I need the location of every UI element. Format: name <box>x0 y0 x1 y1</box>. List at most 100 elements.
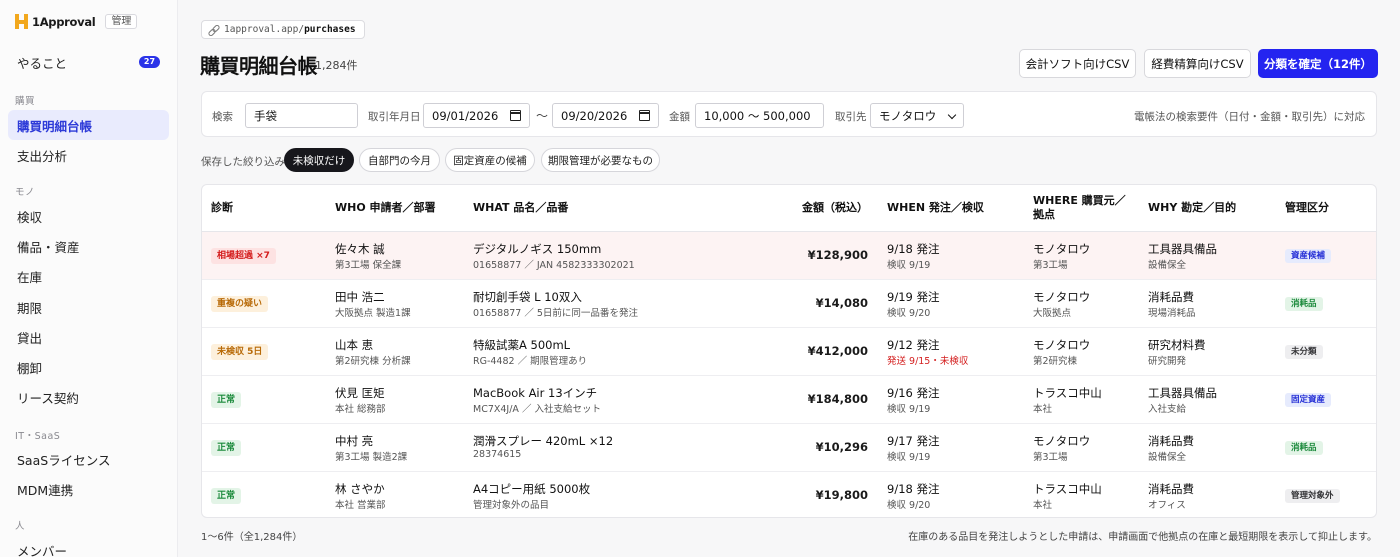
admin-tag: 管理 <box>105 14 138 29</box>
site-name: 第3工場 <box>1033 452 1068 463</box>
col-header-when[interactable]: WHEN 発注／検収 <box>887 201 984 215</box>
sidebar-item-saas-licenses[interactable]: SaaSライセンス <box>8 444 169 474</box>
inspection-status: 検収 9/20 <box>887 500 931 511</box>
url-text: 1approval.app/purchases <box>224 24 356 35</box>
item-name[interactable]: 耐切創手袋 L 10双入 <box>473 289 582 305</box>
item-code: 28374615 <box>473 449 522 460</box>
col-header-who[interactable]: WHO 申請者／部署 <box>335 201 436 215</box>
sidebar-item-label: 購買明細台帳 <box>17 118 93 134</box>
amount-label: 金額 <box>669 111 690 123</box>
sidebar-item-label: 支出分析 <box>17 148 68 164</box>
nav-section-it-saas: IT・SaaS <box>15 431 61 442</box>
table-header: 診断 WHO 申請者／部署 WHAT 品名／品番 金額（税込） WHEN 発注／… <box>202 185 1376 232</box>
nav-section-goods: モノ <box>15 187 36 198</box>
account-title: 工具器具備品 <box>1148 386 1217 400</box>
site-name: 本社 <box>1033 404 1053 415</box>
col-header-what[interactable]: WHAT 品名／品番 <box>473 201 568 215</box>
sidebar-item-purchase-ledger[interactable]: 購買明細台帳 <box>8 110 169 140</box>
table-row[interactable]: 重複の疑い 田中 浩二 大阪拠点 製造1課 耐切創手袋 L 10双入 01658877 … <box>202 280 1376 328</box>
sidebar-item-lease[interactable]: リース契約 <box>8 382 169 412</box>
table-row[interactable]: 未検収 5日 山本 恵第2研究棟 分析課 特級試薬A 500mL RG-4482 ／ … <box>202 328 1376 376</box>
vendor-select[interactable]: モノタロウ <box>870 103 964 128</box>
calendar-icon[interactable] <box>639 110 650 121</box>
item-name[interactable]: 特級試薬A 500mL <box>473 337 570 353</box>
sidebar-item-label: 在庫 <box>17 269 43 285</box>
account-title: 消耗品費 <box>1148 482 1194 496</box>
inspection-status: 発送 9/15・未検収 <box>887 356 969 367</box>
item-name[interactable]: MacBook Air 13インチ <box>473 385 597 401</box>
sidebar-item-todo[interactable]: やること 27 <box>8 47 169 77</box>
diagnosis-badge: 正常 <box>211 392 242 408</box>
requester-name: 山本 恵 <box>335 338 374 352</box>
calendar-icon[interactable] <box>510 110 521 121</box>
expense-csv-button[interactable]: 経費精算向けCSV <box>1144 49 1251 78</box>
table-row[interactable]: 正常 林 さやか 本社 営業部 A4コピー用紙 5000枚 管理対象外の品目 ¥19,80… <box>202 472 1376 517</box>
url-pill[interactable]: 1approval.app/purchases <box>201 20 365 39</box>
pagination-range: 1〜6件（全1,284件） <box>201 532 303 543</box>
table-row[interactable]: 正常 中村 亮第3工場 製造2課 潤滑スプレー 420mL ×12 28374615 ¥… <box>202 424 1376 472</box>
requester-dept: 第3工場 製造2課 <box>335 452 408 463</box>
saved-filter-expiry[interactable]: 期限管理が必要なもの <box>541 148 660 172</box>
search-input[interactable]: 手袋 <box>245 103 358 128</box>
saved-filter-fixed-asset[interactable]: 固定資産の候補 <box>445 148 535 172</box>
inspection-status: 検収 9/20 <box>887 308 931 319</box>
saved-filters-label: 保存した絞り込み <box>201 156 285 168</box>
item-name[interactable]: 潤滑スプレー 420mL ×12 <box>473 433 613 449</box>
account-title: 工具器具備品 <box>1148 242 1217 256</box>
sidebar-item-inspection[interactable]: 検収 <box>8 201 169 231</box>
sidebar-item-label: やること <box>17 55 68 71</box>
col-header-why[interactable]: WHY 勘定／目的 <box>1148 201 1236 215</box>
brand[interactable]: 1Approval 管理 <box>15 14 138 29</box>
date-label: 取引年月日 <box>368 111 421 123</box>
vendor-name: モノタロウ <box>1033 290 1091 304</box>
main-content: 1approval.app/purchases 購買明細台帳 1,284件 会計… <box>178 0 1400 557</box>
table-row[interactable]: 相場超過 ×7 佐々木 誠第3工場 保全課 デジタルノギス 150mm 0165887… <box>202 232 1376 280</box>
classification-badge[interactable]: 管理対象外 <box>1285 489 1340 503</box>
sidebar-item-members[interactable]: メンバー <box>8 535 169 557</box>
order-date: 9/16 発注 <box>887 386 940 400</box>
date-from-input[interactable]: 09/01/2026 <box>423 103 530 128</box>
saved-filter-dept-month[interactable]: 自部門の今月 <box>359 148 440 172</box>
sidebar-item-spend-analysis[interactable]: 支出分析 <box>8 140 169 170</box>
col-header-class[interactable]: 管理区分 <box>1285 201 1329 215</box>
saved-filter-uninspected[interactable]: 未検収だけ <box>284 148 354 172</box>
sidebar-item-assets[interactable]: 備品・資産 <box>8 231 169 261</box>
col-header-diag[interactable]: 診断 <box>211 201 233 215</box>
amount: ¥128,900 <box>807 248 868 262</box>
col-header-amount[interactable]: 金額（税込） <box>782 201 868 215</box>
classification-badge[interactable]: 消耗品 <box>1285 297 1323 311</box>
order-date: 9/19 発注 <box>887 290 940 304</box>
sidebar-item-stocktake[interactable]: 棚卸 <box>8 352 169 382</box>
purpose: 設備保全 <box>1148 260 1187 271</box>
classification-badge[interactable]: 固定資産 <box>1285 393 1332 407</box>
nav-section-people: 人 <box>15 521 26 532</box>
diagnosis-badge: 相場超過 ×7 <box>211 248 276 264</box>
sidebar-item-inventory[interactable]: 在庫 <box>8 261 169 291</box>
sidebar-item-lending[interactable]: 貸出 <box>8 322 169 352</box>
date-range-separator: 〜 <box>536 109 549 123</box>
date-to-input[interactable]: 09/20/2026 <box>552 103 659 128</box>
classification-badge[interactable]: 消耗品 <box>1285 441 1323 455</box>
item-name[interactable]: A4コピー用紙 5000枚 <box>473 481 590 497</box>
col-header-where[interactable]: WHERE 購買元／拠点 <box>1033 194 1133 222</box>
item-name[interactable]: デジタルノギス 150mm <box>473 241 601 257</box>
item-code: 01658877 ／ JAN 4582333302021 <box>473 260 635 271</box>
sidebar-item-expiry[interactable]: 期限 <box>8 292 169 322</box>
page-title: 購買明細台帳 <box>200 54 318 78</box>
table-row[interactable]: 正常 伏見 匡矩 本社 総務部 MacBook Air 13インチ MC7X4J/A ／… <box>202 376 1376 424</box>
accounting-csv-button[interactable]: 会計ソフト向けCSV <box>1019 49 1136 78</box>
sidebar-item-mdm[interactable]: MDM連携 <box>8 474 169 504</box>
vendor-name: モノタロウ <box>1033 242 1091 256</box>
requester-name: 田中 浩二 <box>335 290 385 304</box>
amount: ¥10,296 <box>815 440 868 454</box>
link-icon <box>208 25 218 35</box>
sidebar-item-label: リース契約 <box>17 390 79 406</box>
amount-range-input[interactable]: 10,000 〜 500,000 <box>695 103 824 128</box>
confirm-classification-button[interactable]: 分類を確定（12件） <box>1258 49 1378 78</box>
requester-dept: 第3工場 保全課 <box>335 260 402 271</box>
classification-badge[interactable]: 資産候補 <box>1285 249 1332 263</box>
classification-badge[interactable]: 未分類 <box>1285 345 1323 359</box>
requester-name: 中村 亮 <box>335 434 374 448</box>
inspection-status: 検収 9/19 <box>887 404 931 415</box>
requester-dept: 本社 総務部 <box>335 404 386 415</box>
